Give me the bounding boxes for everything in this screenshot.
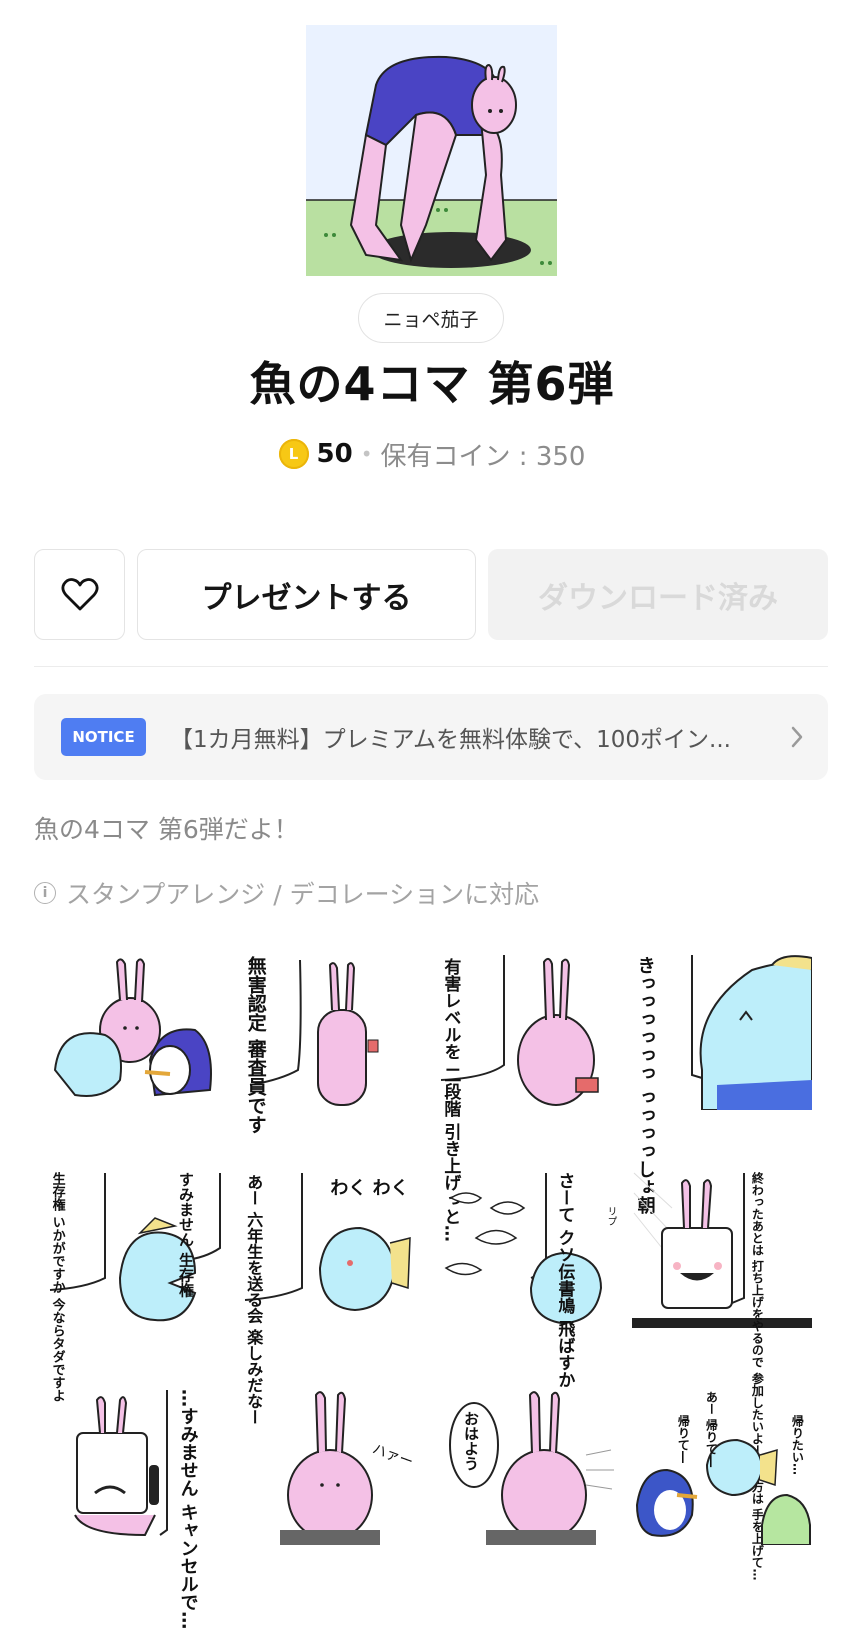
owned-coins: 保有コイン : 350	[380, 441, 586, 472]
sticker-2[interactable]: 無害認定 審査員です	[240, 950, 420, 1134]
notice-text: 【1カ月無料】プレミアムを無料体験で、100ポイン...	[170, 727, 731, 753]
sticker-7-ruby: リプ	[605, 1206, 616, 1226]
sticker-7[interactable]: さーて クソ伝書鳩 飛ばすか リプ	[436, 1168, 616, 1388]
sticker-11[interactable]: おはよう	[436, 1385, 616, 1545]
info-icon: i	[34, 882, 56, 904]
sticker-11-text: おはよう	[462, 1411, 480, 1471]
sticker-1[interactable]	[45, 950, 225, 1110]
sticker-12[interactable]: 帰りて― あー 帰りて― 帰りたい…	[632, 1385, 812, 1546]
download-button: ダウンロード済み	[488, 549, 828, 640]
sticker-pack-main-image	[306, 25, 557, 276]
sticker-8[interactable]: 終わったあとは 打ち上げをやるので 参加したいよーって方は 手を上げて…	[632, 1168, 812, 1581]
price-separator: •	[360, 442, 373, 466]
notice-banner[interactable]: NOTICE 【1カ月無料】プレミアムを無料体験で、100ポイン...	[34, 694, 828, 780]
gift-button[interactable]: プレゼントする	[137, 549, 476, 640]
sticker-5[interactable]: すみません 生存権 生存権 いかがですか 今ならタダですよ	[45, 1168, 225, 1402]
price-row: L 50 • 保有コイン : 350	[0, 432, 864, 476]
sticker-9-text: …すみません キャンセルで…	[177, 1389, 199, 1629]
price-amount: 50	[316, 439, 353, 469]
sticker-5-text-b: 生存権 いかがですか 今ならタダですよ	[49, 1172, 65, 1403]
sticker-3[interactable]: 有害レベルを 二段階 引き上げっと…	[436, 950, 616, 1242]
author-name: ニョペ茄子	[383, 308, 479, 331]
feature-text: スタンプアレンジ / デコレーションに対応	[66, 880, 540, 909]
favorite-button[interactable]	[34, 549, 125, 640]
coin-icon: L	[278, 439, 309, 469]
sticker-4[interactable]: きっっっっっっ っっっっしょ朝	[632, 950, 813, 1214]
feature-note: i スタンプアレンジ / デコレーションに対応	[34, 875, 539, 911]
sticker-2-text: 無害認定 審査員です	[244, 956, 267, 1134]
sticker-5-text-a: すみません 生存権	[177, 1172, 195, 1298]
author-link[interactable]: ニョペ茄子	[358, 293, 504, 343]
heart-icon	[60, 577, 99, 610]
sticker-7-text: さーて クソ伝書鳩 飛ばすか	[554, 1172, 575, 1388]
chevron-right-icon	[791, 726, 803, 748]
sticker-10[interactable]: ハァー	[240, 1385, 420, 1545]
sticker-12-text-a: 帰りて―	[676, 1415, 691, 1463]
sticker-6[interactable]: あー 六年生を送る会 楽しみだなー わく わく	[240, 1168, 420, 1425]
sticker-12-text-c: 帰りたい…	[790, 1415, 805, 1475]
divider	[34, 666, 828, 667]
sticker-6-text-b: わく わく	[330, 1178, 409, 1199]
sticker-12-text-b: あー 帰りて―	[704, 1391, 719, 1468]
page-title: 魚の4コマ 第6弾	[249, 357, 615, 411]
sticker-9[interactable]: …すみません キャンセルで…	[45, 1385, 225, 1629]
pack-description: 魚の4コマ 第6弾だよ！	[34, 815, 299, 844]
notice-badge: NOTICE	[61, 718, 146, 756]
